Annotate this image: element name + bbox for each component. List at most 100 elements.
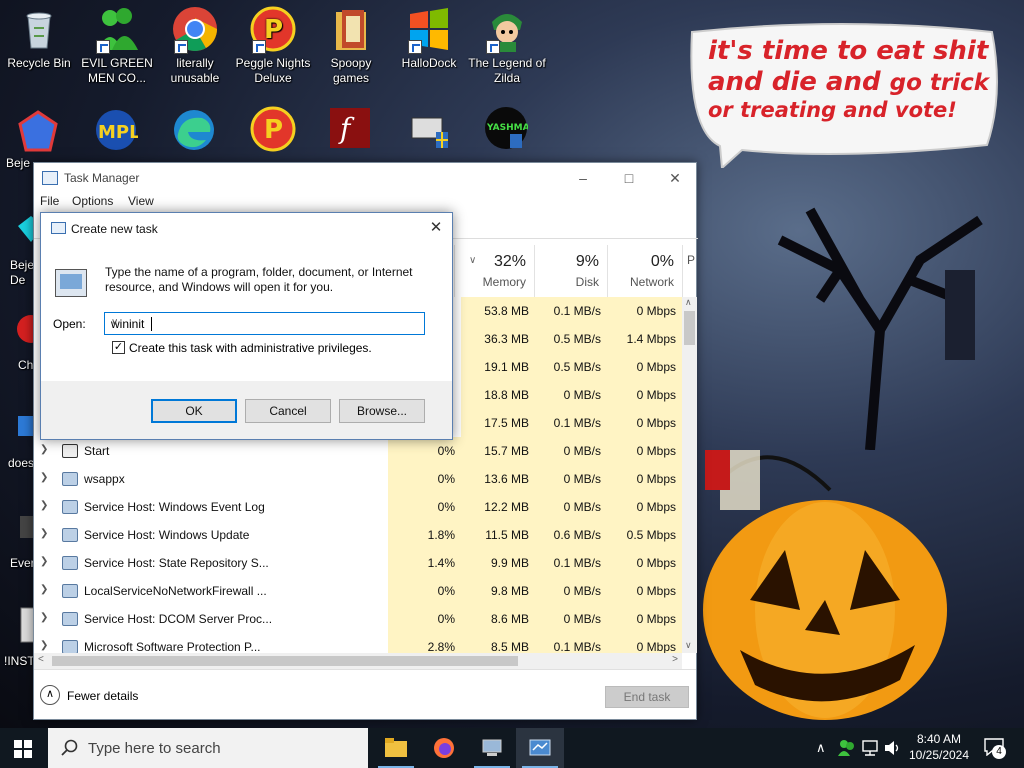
firefox-icon xyxy=(434,738,454,758)
create-new-task-dialog[interactable]: Create new task ✕ Type the name of a pro… xyxy=(40,212,453,440)
desktop-icon-peggle-nights[interactable]: P Peggle Nights Deluxe xyxy=(234,6,312,86)
network-cell: 0.5 Mbps xyxy=(607,521,682,549)
end-task-button[interactable]: End task xyxy=(605,686,689,708)
disk-percent: 9% xyxy=(575,253,599,270)
expand-chevron-icon[interactable]: ❯ xyxy=(40,528,48,539)
menu-file[interactable]: File xyxy=(40,194,59,208)
admin-checkbox[interactable]: ✓ xyxy=(112,341,125,354)
cancel-button[interactable]: Cancel xyxy=(245,399,331,423)
expand-chevron-icon[interactable]: ❯ xyxy=(40,472,48,483)
ok-button[interactable]: OK xyxy=(151,399,237,423)
fewer-details-link[interactable]: Fewer details xyxy=(67,689,138,703)
menu-view[interactable]: View xyxy=(128,194,154,208)
taskbar-clock[interactable]: 8:40 AM 10/25/2024 xyxy=(906,731,972,763)
expand-chevron-icon[interactable]: ❯ xyxy=(40,500,48,511)
dialog-close-button[interactable]: ✕ xyxy=(420,213,452,243)
windows-start-icon[interactable] xyxy=(14,740,32,758)
memory-cell: 15.7 MB xyxy=(461,437,535,465)
desktop-icon-legend-of-zilda[interactable]: The Legend of Zilda xyxy=(468,6,546,86)
scroll-up-icon[interactable]: ∧ xyxy=(685,297,692,308)
column-disk[interactable]: 9% Disk xyxy=(534,245,607,297)
network-cell: 0 Mbps xyxy=(607,493,682,521)
process-name: Start xyxy=(84,444,110,458)
taskbar-task-manager[interactable] xyxy=(516,728,564,768)
mpl-icon[interactable]: MPL xyxy=(94,108,141,152)
table-row[interactable]: ❯ wsappx 0% 13.6 MB 0 MB/s 0 Mbps xyxy=(34,465,682,493)
taskbar-file-explorer[interactable] xyxy=(372,728,420,768)
desktop-icon-evil-green-men[interactable]: EVIL GREEN MEN CO... xyxy=(78,6,156,86)
notification-count: 4 xyxy=(992,745,1006,759)
table-row[interactable]: ❯ LocalServiceNoNetworkFirewall ... 0% 9.8 … xyxy=(34,577,682,605)
maximize-button[interactable]: □ xyxy=(606,163,652,193)
desktop-icon-recycle-bin[interactable]: Recycle Bin xyxy=(0,6,78,71)
disk-cell: 0.1 MB/s xyxy=(535,409,607,437)
column-memory[interactable]: ∨ 32% Memory xyxy=(454,245,534,297)
scroll-left-icon[interactable]: < xyxy=(38,654,44,665)
network-icon[interactable] xyxy=(862,740,880,756)
chevron-down-icon[interactable]: ∨ xyxy=(111,317,420,328)
minimize-button[interactable]: – xyxy=(560,163,606,193)
memory-cell: 11.5 MB xyxy=(461,521,535,549)
scroll-right-icon[interactable]: > xyxy=(672,654,678,665)
table-row[interactable]: ❯ Service Host: Windows Update 1.8% 11.5 MB… xyxy=(34,521,682,549)
network-cell: 0 Mbps xyxy=(607,577,682,605)
disk-cell: 0 MB/s xyxy=(535,465,607,493)
expand-chevron-icon[interactable]: ❯ xyxy=(40,584,48,595)
admin-checkbox-label[interactable]: Create this task with administrative pri… xyxy=(129,341,372,355)
column-power[interactable]: P xyxy=(682,245,697,297)
chevron-up-icon[interactable]: ∧ xyxy=(816,740,826,756)
table-row[interactable]: ❯ Start 0% 15.7 MB 0 MB/s 0 Mbps xyxy=(34,437,682,465)
expand-chevron-icon[interactable]: ❯ xyxy=(40,612,48,623)
menu-bar: File Options View xyxy=(34,193,696,211)
column-network[interactable]: 0% Network xyxy=(607,245,682,297)
desktop-icon-literally-unusable[interactable]: literally unusable xyxy=(156,6,234,86)
vertical-scroll-thumb[interactable] xyxy=(684,311,695,345)
desktop-icon-hallodock[interactable]: HalloDock xyxy=(390,6,468,71)
edge-icon[interactable] xyxy=(172,108,216,152)
process-name: Service Host: DCOM Server Proc... xyxy=(84,612,273,626)
cpu-cell: 1.8% xyxy=(388,521,461,549)
yashma-icon[interactable]: YASHMA xyxy=(484,106,530,150)
expand-chevron-icon[interactable]: ❯ xyxy=(40,444,48,455)
notification-center[interactable]: 4 xyxy=(984,738,1006,759)
disk-cell: 0 MB/s xyxy=(535,577,607,605)
desktop-icon-label: EVIL GREEN MEN CO... xyxy=(81,56,153,85)
horizontal-scrollbar[interactable]: < > xyxy=(34,653,682,669)
process-name: wsappx xyxy=(84,472,125,486)
process-name: LocalServiceNoNetworkFirewall ... xyxy=(84,584,267,598)
taskbar-search-box[interactable]: Type here to search xyxy=(48,728,368,768)
disk-cell: 0.5 MB/s xyxy=(535,353,607,381)
dialog-titlebar[interactable]: Create new task ✕ xyxy=(41,213,452,243)
rdp-icon[interactable] xyxy=(406,108,450,152)
process-icon xyxy=(62,528,78,542)
flash-icon[interactable]: f xyxy=(328,106,372,150)
table-row[interactable]: ❯ Service Host: State Repository S... 1.4%… xyxy=(34,549,682,577)
menu-options[interactable]: Options xyxy=(72,194,113,208)
people-icon[interactable] xyxy=(838,738,856,756)
task-manager-titlebar[interactable]: Task Manager – □ ✕ xyxy=(34,163,696,193)
open-input[interactable]: wininit ∨ xyxy=(104,312,425,335)
browse-button[interactable]: Browse... xyxy=(339,399,425,423)
jack-o-lantern-illustration xyxy=(703,450,947,720)
svg-text:P: P xyxy=(264,15,283,45)
taskbar-firefox[interactable] xyxy=(420,728,468,768)
expand-chevron-icon[interactable]: ❯ xyxy=(40,640,48,651)
desktop-icon-spoopy-games[interactable]: Spoopy games xyxy=(312,6,390,86)
network-cell: 0 Mbps xyxy=(607,353,682,381)
bejeweled-icon[interactable] xyxy=(16,110,60,154)
desktop-icon-label: HalloDock xyxy=(401,56,457,70)
table-row[interactable]: ❯ Service Host: Windows Event Log 0% 12.2 M… xyxy=(34,493,682,521)
vertical-scrollbar[interactable]: ∧ ∨ xyxy=(682,297,697,653)
expand-chevron-icon[interactable]: ❯ xyxy=(40,556,48,567)
horizontal-scroll-thumb[interactable] xyxy=(52,656,518,666)
volume-icon[interactable] xyxy=(884,740,902,756)
close-button[interactable]: ✕ xyxy=(652,163,698,193)
partial-label: !INST xyxy=(4,654,35,668)
memory-percent: 32% xyxy=(493,253,526,270)
chevron-up-icon[interactable]: ∧ xyxy=(40,685,60,705)
scroll-down-icon[interactable]: ∨ xyxy=(685,640,692,651)
computer-icon xyxy=(482,739,502,756)
peggle-icon-2[interactable]: P xyxy=(250,106,296,152)
taskbar-computer[interactable] xyxy=(468,728,516,768)
table-row[interactable]: ❯ Service Host: DCOM Server Proc... 0% 8.6 … xyxy=(34,605,682,633)
